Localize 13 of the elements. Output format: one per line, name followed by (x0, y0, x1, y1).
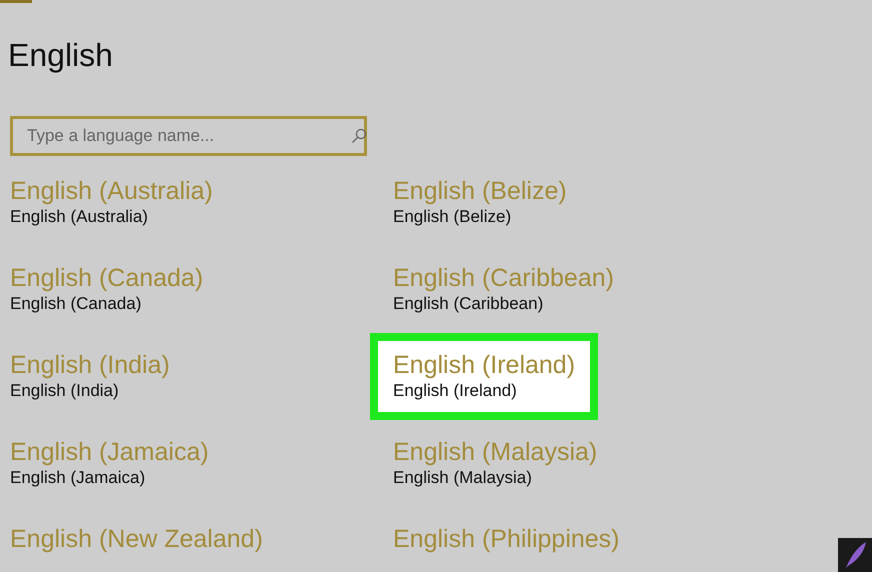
search-field[interactable]: Type a language name... (10, 116, 367, 156)
language-item[interactable]: English (Malaysia) English (Malaysia) (370, 420, 620, 507)
language-item[interactable]: English (Jamaica) English (Jamaica) (0, 420, 232, 507)
language-item[interactable]: English (India) English (India) (0, 333, 193, 420)
language-item[interactable]: English (Canada) English (Canada) (0, 246, 226, 333)
search-icon (351, 128, 367, 144)
accent-bar (0, 0, 32, 3)
feather-icon[interactable] (838, 538, 872, 572)
language-item[interactable]: English (Ireland) English (Ireland) (370, 333, 598, 420)
language-item[interactable]: English (Australia) English (Australia) (0, 159, 236, 246)
language-item[interactable]: English (Belize) English (Belize) (370, 159, 590, 246)
language-item[interactable]: English (Caribbean) English (Caribbean) (370, 246, 637, 333)
page-title: English (8, 36, 114, 75)
